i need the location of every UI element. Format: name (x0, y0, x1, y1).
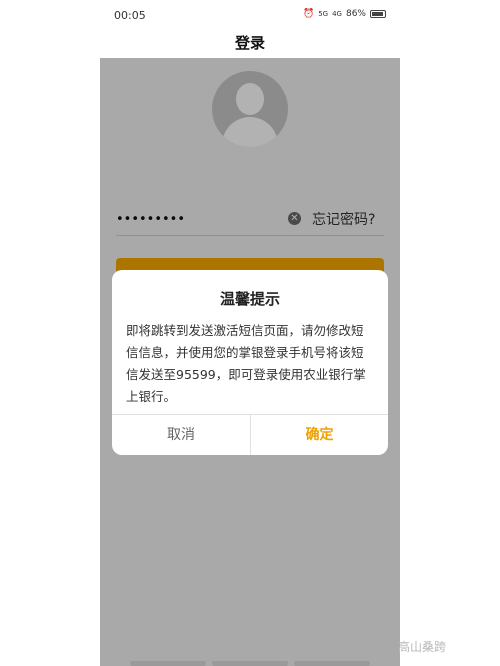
watermark: 高山桑跨 (398, 640, 447, 654)
alarm-icon: ⏰ (302, 9, 315, 19)
bottom-bar-segment (294, 661, 370, 666)
cancel-button[interactable]: 取消 (112, 415, 250, 455)
bottom-bar-segment (212, 661, 288, 666)
confirm-button[interactable]: 确定 (251, 415, 388, 455)
battery-icon (370, 10, 386, 18)
page-title: 登录 (234, 34, 265, 52)
status-time: 00:05 (114, 9, 146, 22)
network-5g-icon: 5G (318, 10, 329, 18)
title-bar: 登录 (100, 30, 400, 58)
bottom-bar-segment (130, 661, 206, 666)
network-4g-icon: 4G (332, 10, 342, 18)
dialog-message: 即将跳转到发送激活短信页面，请勿修改短信信息，并使用您的掌银登录手机号将该短信发… (126, 323, 366, 404)
battery-percentage: 86% (345, 9, 366, 19)
status-icons: ⏰ 5G 4G 86% (303, 9, 386, 19)
alert-dialog: 温馨提示 即将跳转到发送激活短信页面，请勿修改短信信息，并使用您的掌银登录手机号… (112, 270, 388, 455)
dialog-title: 温馨提示 (219, 290, 280, 308)
status-bar: 00:05 ⏰ 5G 4G 86% (100, 0, 400, 30)
bottom-bar (130, 661, 370, 666)
